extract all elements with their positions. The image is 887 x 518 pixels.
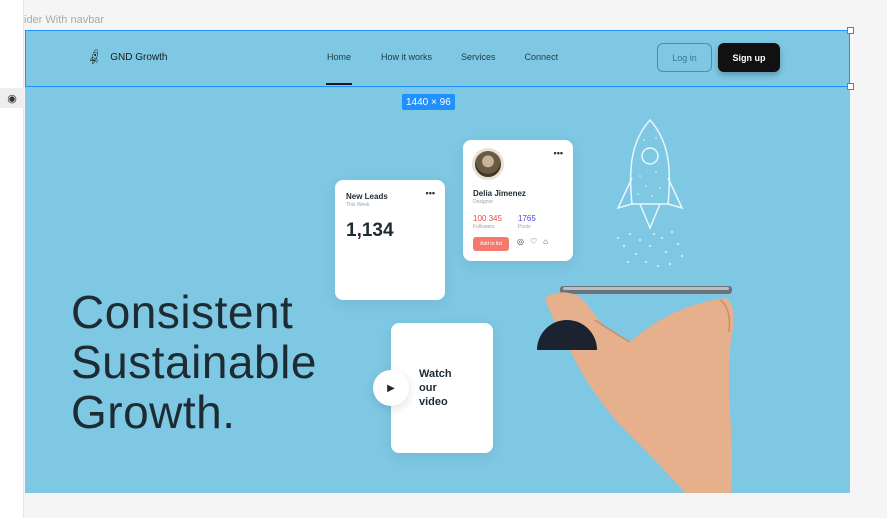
heart-icon[interactable]: ♡ — [530, 237, 537, 246]
video-line-3: video — [419, 396, 448, 408]
more-icon[interactable]: ••• — [426, 188, 435, 198]
brand-name: GND Growth — [110, 51, 168, 63]
hand-phone-illustration — [545, 286, 734, 493]
nav-link-connect[interactable]: Connect — [525, 52, 559, 62]
leads-subtitle: This Week — [346, 202, 370, 208]
resize-handle-top-right[interactable] — [847, 27, 854, 34]
dimension-badge: 1440 × 96 — [402, 94, 455, 110]
profile-actions: ◎ ♡ ⌂ — [517, 237, 548, 246]
resize-handle-bottom-right[interactable] — [847, 83, 854, 90]
video-line-1: Watch — [419, 368, 452, 380]
posts-stat: 1765 Posts — [518, 214, 536, 230]
watch-video-text: Watch our video — [419, 367, 452, 409]
play-icon[interactable]: ▶ — [373, 370, 409, 406]
nav-links: Home How it works Services Connect — [325, 52, 559, 85]
eye-icon[interactable]: ◉ — [0, 88, 24, 108]
bell-icon[interactable]: ⌂ — [543, 237, 548, 246]
leads-value: 1,134 — [346, 220, 394, 241]
nav-link-how-it-works[interactable]: How it works — [381, 52, 432, 62]
avatar — [472, 148, 504, 180]
nav-link-home[interactable]: Home — [325, 52, 353, 85]
headline-line-3: Growth. — [71, 386, 236, 438]
login-button[interactable]: Log in — [657, 43, 712, 72]
headline-line-2: Sustainable — [71, 336, 317, 388]
nav-link-services[interactable]: Services — [461, 52, 496, 62]
rocket-icon: 🚀︎ — [84, 47, 105, 67]
posts-label: Posts — [518, 224, 531, 230]
posts-value: 1765 — [518, 214, 536, 223]
headline-line-1: Consistent — [71, 286, 294, 338]
followers-label: Followers — [473, 224, 495, 230]
leads-title: New Leads — [346, 192, 388, 201]
frame-label[interactable]: ider With navbar — [24, 14, 104, 26]
rocket-illustration — [616, 118, 684, 267]
video-line-2: our — [419, 382, 437, 394]
followers-stat: 100 345 Followers — [473, 214, 502, 230]
more-icon[interactable]: ••• — [554, 148, 563, 158]
comment-icon[interactable]: ◎ — [517, 237, 524, 246]
signup-button[interactable]: Sign up — [718, 43, 780, 72]
new-leads-card: New Leads This Week ••• 1,134 — [335, 180, 445, 300]
add-to-list-button[interactable]: Add to list — [473, 237, 509, 251]
followers-value: 100 345 — [473, 214, 502, 223]
left-panel-strip: ◉ — [0, 0, 24, 518]
navbar: 🚀︎ GND Growth Home How it works Services… — [25, 30, 850, 87]
hero-headline: Consistent Sustainable Growth. — [71, 287, 317, 437]
brand[interactable]: 🚀︎ GND Growth — [84, 47, 168, 67]
profile-name: Delia Jimenez — [473, 189, 526, 198]
profile-role: Designer — [473, 199, 494, 205]
profile-card: ••• Delia Jimenez Designer 100 345 Follo… — [463, 140, 573, 261]
